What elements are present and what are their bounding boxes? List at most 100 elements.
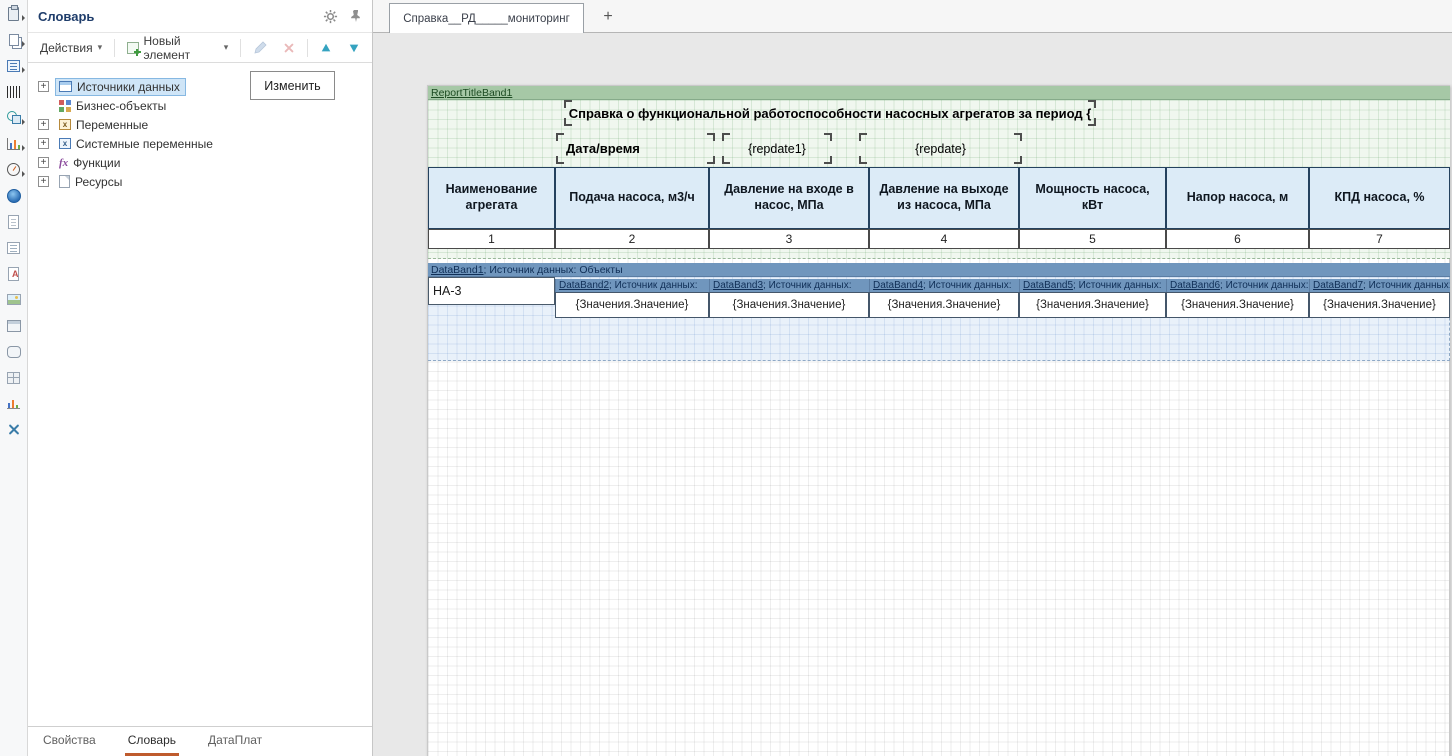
- tree-item-label: Бизнес-объекты: [76, 98, 167, 113]
- shapes-tool-icon[interactable]: [5, 110, 25, 125]
- table-number-cell[interactable]: 6: [1166, 229, 1309, 249]
- map-globe-tool-icon[interactable]: [5, 188, 23, 203]
- sub-band-header[interactable]: DataBand6; Источник данных:: [1166, 279, 1309, 292]
- table-number-cell[interactable]: 1: [428, 229, 555, 249]
- tree-item-label: Переменные: [76, 117, 149, 132]
- gear-icon[interactable]: [323, 9, 338, 24]
- repdate-textbox[interactable]: {repdate}: [859, 133, 1022, 164]
- functions-fx-icon: fx: [59, 156, 69, 169]
- chart-tool-icon[interactable]: [5, 136, 25, 151]
- band-name-label: DataBand2: [559, 280, 610, 291]
- image-tool-icon[interactable]: [5, 292, 23, 307]
- sub-band-header[interactable]: DataBand4; Источник данных:: [869, 279, 1019, 292]
- dictionary-tree: Источники данных Бизнес-объекты x Переме…: [28, 63, 372, 726]
- pages-tool-icon[interactable]: [5, 32, 25, 47]
- tree-item-label: Ресурсы: [75, 174, 123, 189]
- value-cell[interactable]: {Значения.Значение}: [1309, 292, 1450, 318]
- table-header-cell[interactable]: Давление на входе в насос, МПа: [709, 167, 869, 229]
- value-cell[interactable]: {Значения.Значение}: [1166, 292, 1309, 318]
- clipboard-tool-icon[interactable]: [5, 4, 25, 21]
- components-toolbar: [0, 0, 28, 756]
- tree-item-variables[interactable]: x Переменные: [38, 115, 372, 134]
- sub-band-column: DataBand5; Источник данных: {Значения.Зн…: [1019, 279, 1166, 318]
- barcode-tool-icon[interactable]: [5, 84, 23, 99]
- delete-item-button[interactable]: [277, 39, 301, 57]
- report-page: ReportTitleBand1 Справка о функционально…: [427, 85, 1450, 756]
- mini-chart-tool-icon[interactable]: [5, 396, 23, 411]
- delete-x-icon: [284, 43, 294, 52]
- table-number-cell[interactable]: 3: [709, 229, 869, 249]
- actions-button[interactable]: Действия ▾: [34, 38, 108, 58]
- move-down-button[interactable]: [342, 39, 366, 57]
- edit-button[interactable]: Изменить: [250, 71, 335, 100]
- table-number-cell[interactable]: 7: [1309, 229, 1450, 249]
- tab-dictionary[interactable]: Словарь: [124, 727, 180, 756]
- tree-item-functions[interactable]: fx Функции: [38, 153, 372, 172]
- band-suffix-label: ; Источник данных: Объекты: [483, 264, 623, 276]
- panel-bottom-tabs: Свойства Словарь ДатаПлат: [28, 726, 372, 756]
- sub-band-header[interactable]: DataBand3; Источник данных:: [709, 279, 869, 292]
- table-header-cell[interactable]: Наименование агрегата: [428, 167, 555, 229]
- new-tab-button[interactable]: +: [597, 6, 619, 28]
- band-suffix-label: ; Источник данных:: [923, 280, 1012, 291]
- list-tool-icon[interactable]: [5, 240, 23, 255]
- value-cell[interactable]: {Значения.Значение}: [869, 292, 1019, 318]
- sub-band-header[interactable]: DataBand2; Источник данных:: [555, 279, 709, 292]
- new-element-button[interactable]: Новый элемент ▾: [121, 31, 234, 65]
- date-time-label-textbox[interactable]: Дата/время: [556, 133, 715, 164]
- tree-item-system-variables[interactable]: x Системные переменные: [38, 134, 372, 153]
- gauge-tool-icon[interactable]: [5, 162, 25, 177]
- tab-dataplat[interactable]: ДатаПлат: [205, 727, 265, 756]
- report-title-text: Справка о функциональной работоспособнос…: [568, 105, 1092, 121]
- sub-band-column: DataBand4; Источник данных: {Значения.Зн…: [869, 279, 1019, 318]
- tools-tool-icon[interactable]: [5, 422, 23, 437]
- text-tool-icon[interactable]: [5, 58, 25, 73]
- crosstab-tool-icon[interactable]: [5, 370, 23, 385]
- value-cell[interactable]: {Значения.Значение}: [1019, 292, 1166, 318]
- sub-band-header[interactable]: DataBand7; Источник данных:: [1309, 279, 1450, 292]
- tree-item-resources[interactable]: Ресурсы: [38, 172, 372, 191]
- sub-band-header[interactable]: DataBand5; Источник данных:: [1019, 279, 1166, 292]
- expander-plus-icon[interactable]: [38, 157, 49, 168]
- table-number-cell[interactable]: 4: [869, 229, 1019, 249]
- dictionary-panel: Словарь Действия ▾ Новый элемент ▾ + Ист…: [28, 0, 373, 756]
- table-number-cell[interactable]: 5: [1019, 229, 1166, 249]
- pin-icon[interactable]: [350, 9, 362, 23]
- table-header-cell[interactable]: Мощность насоса, кВт: [1019, 167, 1166, 229]
- page-tool-icon[interactable]: [5, 214, 23, 229]
- toolbar-separator: [307, 38, 309, 57]
- tab-properties[interactable]: Свойства: [40, 727, 99, 756]
- edit-item-button[interactable]: [247, 38, 273, 58]
- panel-tool-icon[interactable]: [5, 318, 23, 333]
- move-up-button[interactable]: [314, 39, 338, 57]
- table-header-cell[interactable]: КПД насоса, %: [1309, 167, 1450, 229]
- expander-plus-icon[interactable]: [38, 176, 49, 187]
- band-name-label: DataBand3: [713, 280, 764, 291]
- table-header-cell[interactable]: Подача насоса, м3/ч: [555, 167, 709, 229]
- flyout-arrow-icon: [21, 119, 25, 125]
- sub-band-column: DataBand6; Источник данных: {Значения.Зн…: [1166, 279, 1309, 318]
- report-table: Наименование агрегата Подача насоса, м3/…: [428, 167, 1450, 249]
- data-band-strip[interactable]: DataBand1; Источник данных: Объекты: [428, 263, 1450, 277]
- table-header-cell[interactable]: Давление на выходе из насоса, МПа: [869, 167, 1019, 229]
- table-header-cell[interactable]: Напор насоса, м: [1166, 167, 1309, 229]
- new-element-icon: [127, 41, 140, 56]
- report-title-textbox[interactable]: Справка о функциональной работоспособнос…: [564, 100, 1096, 126]
- business-objects-icon: [59, 99, 71, 112]
- expander-plus-icon[interactable]: [38, 81, 49, 92]
- rich-text-tool-icon[interactable]: [5, 266, 23, 281]
- value-cell[interactable]: {Значения.Значение}: [555, 292, 709, 318]
- expander-plus-icon[interactable]: [38, 138, 49, 149]
- repdate1-textbox[interactable]: {repdate1}: [722, 133, 832, 164]
- report-title-band-strip[interactable]: ReportTitleBand1: [428, 86, 1450, 100]
- document-tab[interactable]: Справка__РД_____мониторинг: [389, 3, 584, 33]
- expander-plus-icon[interactable]: [38, 119, 49, 130]
- table-number-cell[interactable]: 2: [555, 229, 709, 249]
- tree-item-label: Функции: [73, 155, 121, 170]
- value-cell[interactable]: {Значения.Значение}: [709, 292, 869, 318]
- sub-band-column: DataBand2; Источник данных: {Значения.Зн…: [555, 279, 709, 318]
- design-canvas: ReportTitleBand1 Справка о функционально…: [373, 33, 1452, 756]
- row-label-cell[interactable]: НА-3: [428, 277, 555, 305]
- band-suffix-label: ; Источник данных:: [609, 280, 698, 291]
- rounded-panel-tool-icon[interactable]: [5, 344, 23, 359]
